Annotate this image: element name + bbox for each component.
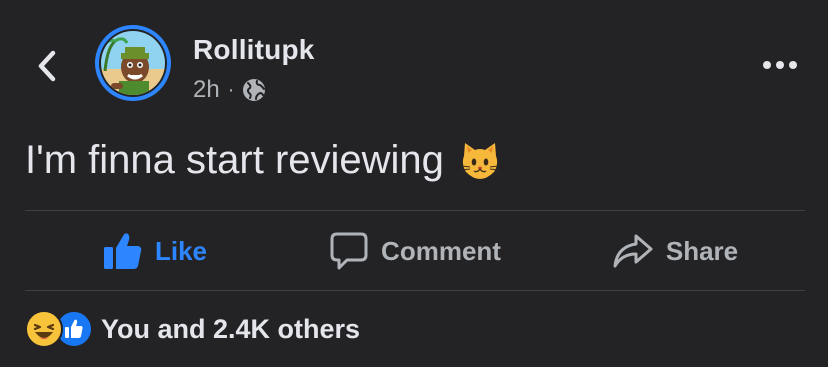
author-name[interactable]: Rollitupk: [193, 34, 315, 66]
meta-separator: ·: [227, 78, 235, 101]
more-options-button[interactable]: [758, 50, 802, 80]
post-text: I'm finna start reviewing: [25, 138, 444, 182]
timestamp[interactable]: 2h: [193, 76, 220, 104]
reactions-summary-text: You and 2.4K others: [101, 313, 361, 344]
back-button[interactable]: [30, 46, 64, 86]
comment-icon: [330, 232, 368, 270]
post-meta: 2h ·: [193, 76, 266, 104]
divider: [25, 210, 805, 211]
like-label: Like: [154, 235, 208, 266]
avatar[interactable]: [95, 25, 171, 101]
reactions-summary[interactable]: You and 2.4K others: [25, 310, 360, 348]
avatar-image: [101, 31, 165, 95]
comment-label: Comment: [381, 235, 501, 266]
more-dot-icon: [776, 61, 784, 69]
post-actions-bar: Like Comment Share: [25, 220, 805, 282]
thumbs-up-icon: [103, 233, 142, 269]
like-button[interactable]: Like: [25, 220, 285, 282]
chevron-left-icon: [38, 50, 56, 82]
comment-button[interactable]: Comment: [285, 220, 545, 282]
divider: [25, 290, 805, 291]
laugh-reaction-icon: [25, 310, 63, 348]
share-button[interactable]: Share: [545, 220, 805, 282]
more-dot-icon: [789, 61, 797, 69]
share-icon: [613, 234, 653, 268]
post-card: Rollitupk 2h · I'm finna start reviewing: [0, 0, 828, 367]
globe-icon: [243, 79, 266, 101]
more-dot-icon: [763, 61, 771, 69]
post-body: I'm finna start reviewing: [25, 138, 500, 183]
cat-face-emoji-icon: [461, 142, 498, 179]
share-label: Share: [665, 235, 739, 266]
